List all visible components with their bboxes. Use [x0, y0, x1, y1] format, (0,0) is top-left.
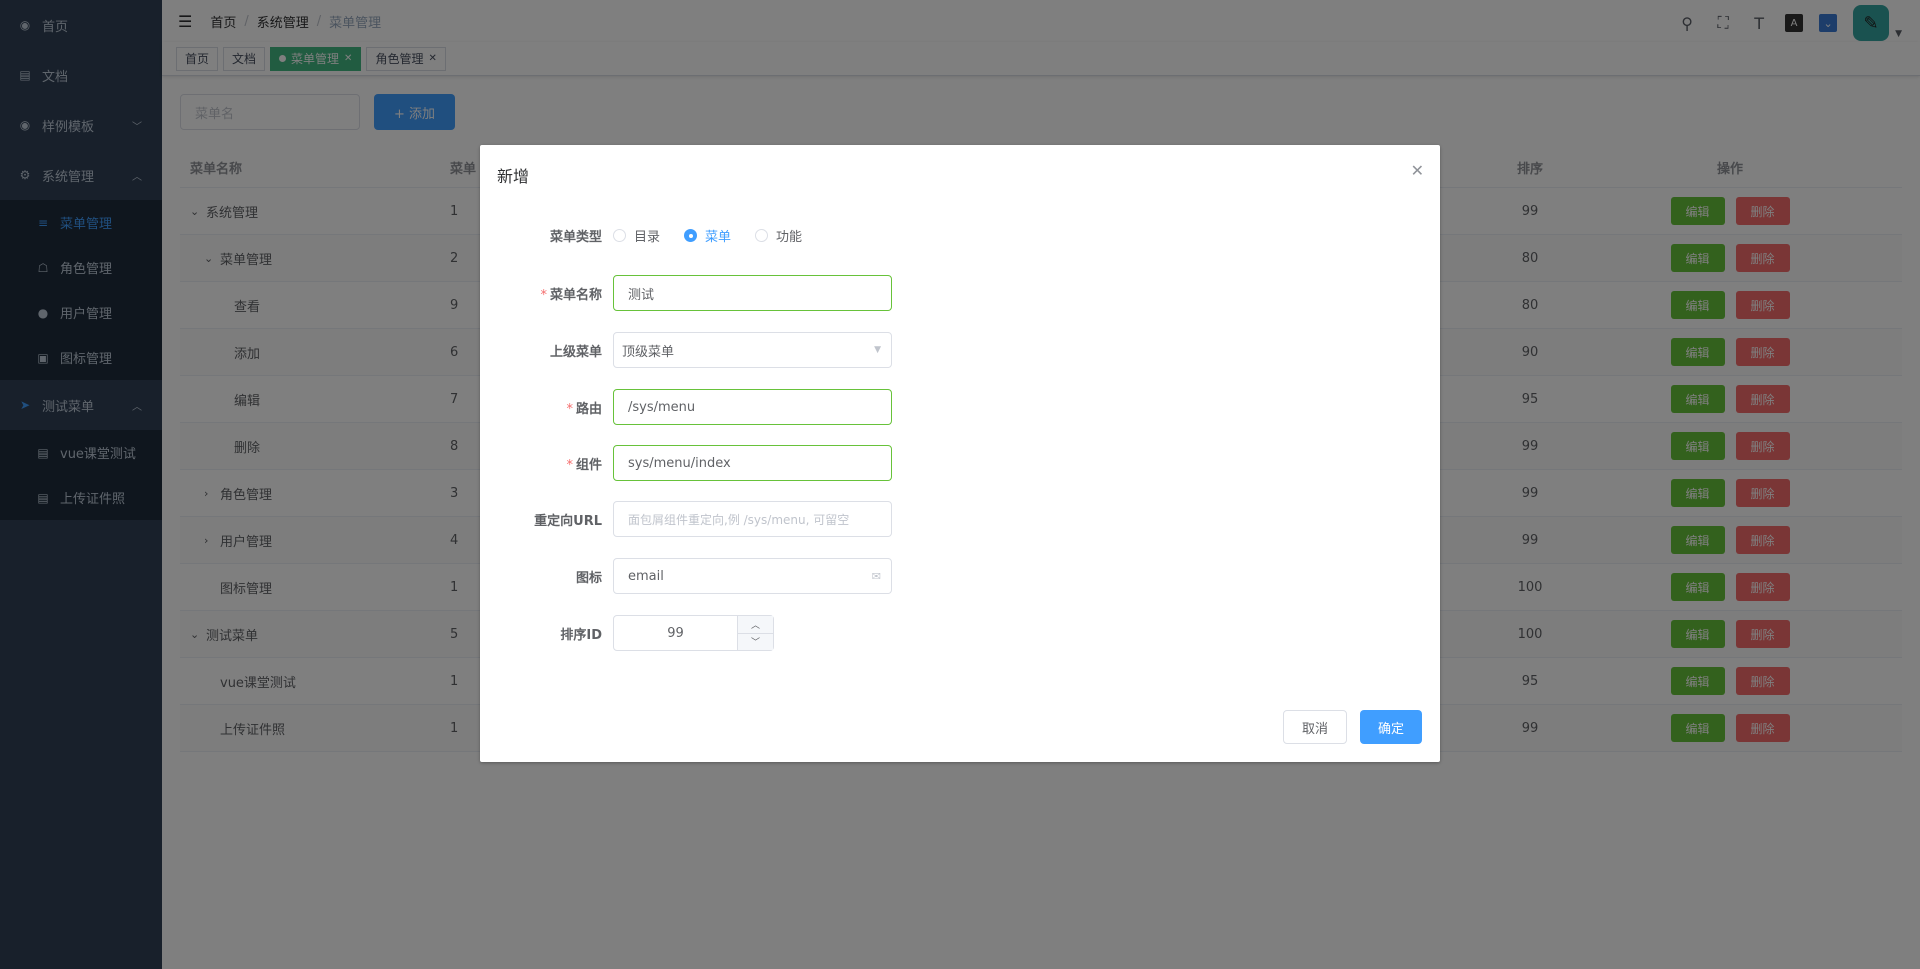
menu-name-input[interactable]: 测试 [613, 275, 892, 311]
dialog-title: 新增 [497, 167, 530, 186]
form-label: 菜单类型 [549, 230, 602, 245]
dialog-footer: 取消 确定 [1282, 710, 1422, 744]
increase-icon[interactable]: ︿ [738, 616, 773, 634]
confirm-button[interactable]: 确定 [1359, 710, 1422, 744]
form-label: 重定向URL [534, 513, 602, 529]
route-path-input[interactable]: /sys/menu [613, 389, 892, 425]
parent-menu-select[interactable]: 顶级菜单 ▼ [613, 332, 892, 368]
form-row-redirect: 重定向URL 面包屑组件重定向,例 /sys/menu, 可留空 [480, 501, 892, 537]
add-menu-dialog: 新增 ✕ 菜单类型 目录 菜单 功能 * 菜单名称 测试 上级菜单 顶级菜单 ▼… [480, 145, 1440, 762]
icon-input[interactable]: email ✉ [613, 558, 892, 594]
form-row-parent: 上级菜单 顶级菜单 ▼ [480, 332, 892, 368]
close-icon[interactable]: ✕ [1411, 161, 1424, 180]
radio-circle-icon [613, 229, 626, 242]
radio-directory[interactable]: 目录 [613, 226, 660, 245]
email-icon: ✉ [871, 569, 881, 583]
form-row-type: 菜单类型 目录 菜单 功能 [480, 226, 802, 245]
redirect-url-input[interactable]: 面包屑组件重定向,例 /sys/menu, 可留空 [613, 501, 892, 537]
radio-function[interactable]: 功能 [755, 226, 802, 245]
stepper-controls: ︿ ﹀ [737, 616, 773, 650]
form-row-name: * 菜单名称 测试 [480, 275, 892, 311]
form-label: 图标 [575, 570, 602, 586]
form-label: * 菜单名称 [540, 287, 602, 303]
chevron-down-icon: ▼ [874, 345, 881, 355]
sort-id-stepper[interactable]: 99 ︿ ﹀ [613, 615, 774, 651]
form-label: 排序ID [560, 627, 602, 643]
form-row-component: * 组件 sys/menu/index [480, 445, 892, 481]
radio-circle-icon [684, 229, 698, 242]
cancel-button[interactable]: 取消 [1282, 710, 1347, 744]
form-label: * 组件 [566, 457, 602, 473]
form-row-icon: 图标 email ✉ [480, 558, 892, 594]
decrease-icon[interactable]: ﹀ [738, 634, 773, 651]
radio-circle-icon [755, 229, 769, 242]
form-row-sort: 排序ID 99 ︿ ﹀ [480, 615, 774, 651]
menu-type-radio-group: 目录 菜单 功能 [613, 226, 802, 245]
radio-menu[interactable]: 菜单 [684, 226, 731, 245]
form-label: 上级菜单 [549, 344, 602, 360]
form-row-path: * 路由 /sys/menu [480, 389, 892, 425]
component-input[interactable]: sys/menu/index [613, 445, 892, 481]
form-label: * 路由 [566, 401, 602, 417]
